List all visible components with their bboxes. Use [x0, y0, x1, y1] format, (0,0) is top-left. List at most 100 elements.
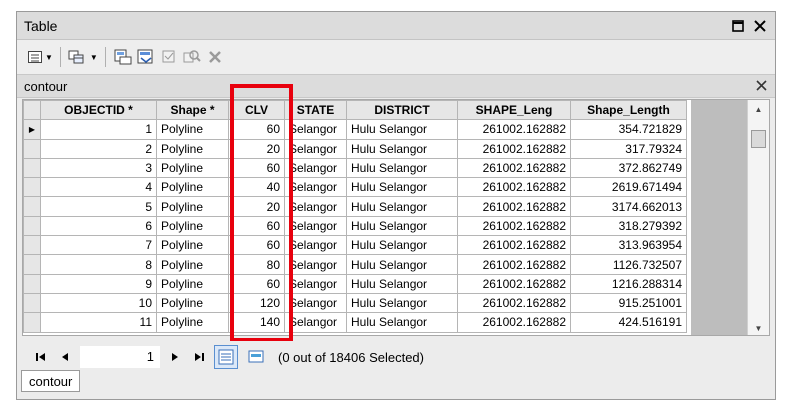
cell-shape[interactable]: Polyline: [156, 235, 229, 256]
cell-shape[interactable]: Polyline: [156, 177, 229, 198]
cell-state[interactable]: Selangor: [284, 157, 347, 179]
table-row[interactable]: 2 Polyline 20 Selangor Hulu Selangor 261002.1…: [23, 138, 687, 159]
cell-objectid[interactable]: 5: [40, 196, 157, 217]
current-record-input[interactable]: 1: [80, 346, 160, 368]
cell-shape-length[interactable]: 3174.662013: [570, 196, 687, 217]
cell-state[interactable]: Selangor: [284, 273, 347, 294]
cell-shape[interactable]: Polyline: [156, 292, 229, 314]
table-row[interactable]: 6 Polyline 60 Selangor Hulu Selangor 261002.1…: [23, 215, 687, 237]
column-header-shape[interactable]: Shape *: [156, 100, 229, 121]
row-selector[interactable]: [23, 235, 41, 256]
title-bar[interactable]: Table: [17, 12, 775, 40]
show-all-records-icon[interactable]: [214, 345, 238, 369]
close-icon[interactable]: [756, 78, 767, 94]
cell-shape[interactable]: Polyline: [156, 157, 229, 179]
bottom-table-tab[interactable]: contour: [21, 370, 81, 392]
cell-shape[interactable]: Polyline: [156, 312, 229, 333]
select-by-attributes-icon[interactable]: [113, 46, 133, 68]
cell-shape-length[interactable]: 1126.732507: [570, 254, 687, 275]
zoom-to-selected-icon[interactable]: [182, 46, 202, 68]
cell-district[interactable]: Hulu Selangor: [346, 292, 458, 314]
cell-shape-leng[interactable]: 261002.162882: [457, 273, 571, 294]
table-row[interactable]: 5 Polyline 20 Selangor Hulu Selangor 261002.1…: [23, 196, 687, 217]
table-row[interactable]: 3 Polyline 60 Selangor Hulu Selangor 261002.1…: [23, 157, 687, 179]
cell-district[interactable]: Hulu Selangor: [346, 312, 458, 333]
row-selector[interactable]: [23, 312, 41, 333]
table-row[interactable]: 7 Polyline 60 Selangor Hulu Selangor 261002.1…: [23, 235, 687, 256]
cell-objectid[interactable]: 1: [40, 119, 157, 140]
cell-shape-length[interactable]: 424.516191: [570, 312, 687, 333]
column-header-district[interactable]: DISTRICT: [346, 100, 458, 121]
cell-district[interactable]: Hulu Selangor: [346, 196, 458, 217]
cell-shape[interactable]: Polyline: [156, 196, 229, 217]
related-tables-icon[interactable]: ▼: [68, 46, 98, 68]
cell-shape-length[interactable]: 1216.288314: [570, 273, 687, 294]
switch-selection-icon[interactable]: [136, 46, 156, 68]
cell-district[interactable]: Hulu Selangor: [346, 157, 458, 179]
cell-shape[interactable]: Polyline: [156, 119, 229, 140]
cell-objectid[interactable]: 3: [40, 157, 157, 179]
table-row[interactable]: 9 Polyline 60 Selangor Hulu Selangor 261002.1…: [23, 273, 687, 294]
row-selector[interactable]: ▶: [23, 119, 41, 140]
cell-state[interactable]: Selangor: [284, 312, 347, 333]
cell-shape-leng[interactable]: 261002.162882: [457, 215, 571, 237]
cell-state[interactable]: Selangor: [284, 292, 347, 314]
cell-shape[interactable]: Polyline: [156, 254, 229, 275]
cell-objectid[interactable]: 6: [40, 215, 157, 237]
cell-shape-length[interactable]: 372.862749: [570, 157, 687, 179]
cell-shape-leng[interactable]: 261002.162882: [457, 292, 571, 314]
cell-objectid[interactable]: 10: [40, 292, 157, 314]
cell-state[interactable]: Selangor: [284, 196, 347, 217]
delete-selected-icon[interactable]: [205, 46, 225, 68]
cell-shape-length[interactable]: 915.251001: [570, 292, 687, 314]
cell-district[interactable]: Hulu Selangor: [346, 254, 458, 275]
cell-shape-leng[interactable]: 261002.162882: [457, 196, 571, 217]
row-selector[interactable]: [23, 196, 41, 217]
table-row[interactable]: 11 Polyline 140 Selangor Hulu Selangor 261002…: [23, 312, 687, 333]
scroll-up-icon[interactable]: ▲: [748, 100, 769, 118]
row-selector[interactable]: [23, 273, 41, 294]
cell-shape-leng[interactable]: 261002.162882: [457, 235, 571, 256]
close-icon[interactable]: [753, 19, 767, 33]
cell-state[interactable]: Selangor: [284, 177, 347, 198]
cell-shape-leng[interactable]: 261002.162882: [457, 138, 571, 159]
column-header-objectid[interactable]: OBJECTID *: [40, 100, 157, 121]
cell-shape-leng[interactable]: 261002.162882: [457, 312, 571, 333]
scroll-down-icon[interactable]: ▼: [748, 319, 769, 335]
clear-selection-icon[interactable]: [159, 46, 179, 68]
column-header-shape-leng[interactable]: SHAPE_Leng: [457, 100, 571, 121]
cell-shape[interactable]: Polyline: [156, 273, 229, 294]
cell-shape[interactable]: Polyline: [156, 138, 229, 159]
cell-objectid[interactable]: 2: [40, 138, 157, 159]
cell-shape-length[interactable]: 317.79324: [570, 138, 687, 159]
scroll-thumb[interactable]: [751, 130, 766, 148]
row-selector[interactable]: [23, 254, 41, 275]
cell-objectid[interactable]: 7: [40, 235, 157, 256]
column-header-shape-length[interactable]: Shape_Length: [570, 100, 687, 121]
row-selector[interactable]: [23, 138, 41, 159]
cell-district[interactable]: Hulu Selangor: [346, 273, 458, 294]
cell-objectid[interactable]: 4: [40, 177, 157, 198]
vertical-scrollbar[interactable]: ▲ ▼: [747, 100, 769, 335]
cell-shape-length[interactable]: 313.963954: [570, 235, 687, 256]
table-row[interactable]: 10 Polyline 120 Selangor Hulu Selangor 261002…: [23, 292, 687, 314]
row-selector[interactable]: [23, 177, 41, 198]
cell-state[interactable]: Selangor: [284, 254, 347, 275]
row-selector[interactable]: [23, 292, 41, 314]
cell-shape-leng[interactable]: 261002.162882: [457, 119, 571, 140]
cell-district[interactable]: Hulu Selangor: [346, 177, 458, 198]
table-options-icon[interactable]: ▼: [27, 46, 53, 68]
cell-district[interactable]: Hulu Selangor: [346, 138, 458, 159]
row-selector-header[interactable]: [23, 100, 41, 121]
cell-objectid[interactable]: 8: [40, 254, 157, 275]
table-row[interactable]: 8 Polyline 80 Selangor Hulu Selangor 261002.1…: [23, 254, 687, 275]
cell-shape-leng[interactable]: 261002.162882: [457, 254, 571, 275]
table-row[interactable]: ▶ 1 Polyline 60 Selangor Hulu Selangor 261002.…: [23, 119, 687, 140]
last-record-icon[interactable]: [190, 348, 208, 366]
row-selector[interactable]: [23, 157, 41, 179]
column-header-state[interactable]: STATE: [284, 100, 347, 121]
cell-objectid[interactable]: 9: [40, 273, 157, 294]
show-selected-records-icon[interactable]: [244, 345, 268, 369]
cell-shape[interactable]: Polyline: [156, 215, 229, 237]
cell-state[interactable]: Selangor: [284, 119, 347, 140]
